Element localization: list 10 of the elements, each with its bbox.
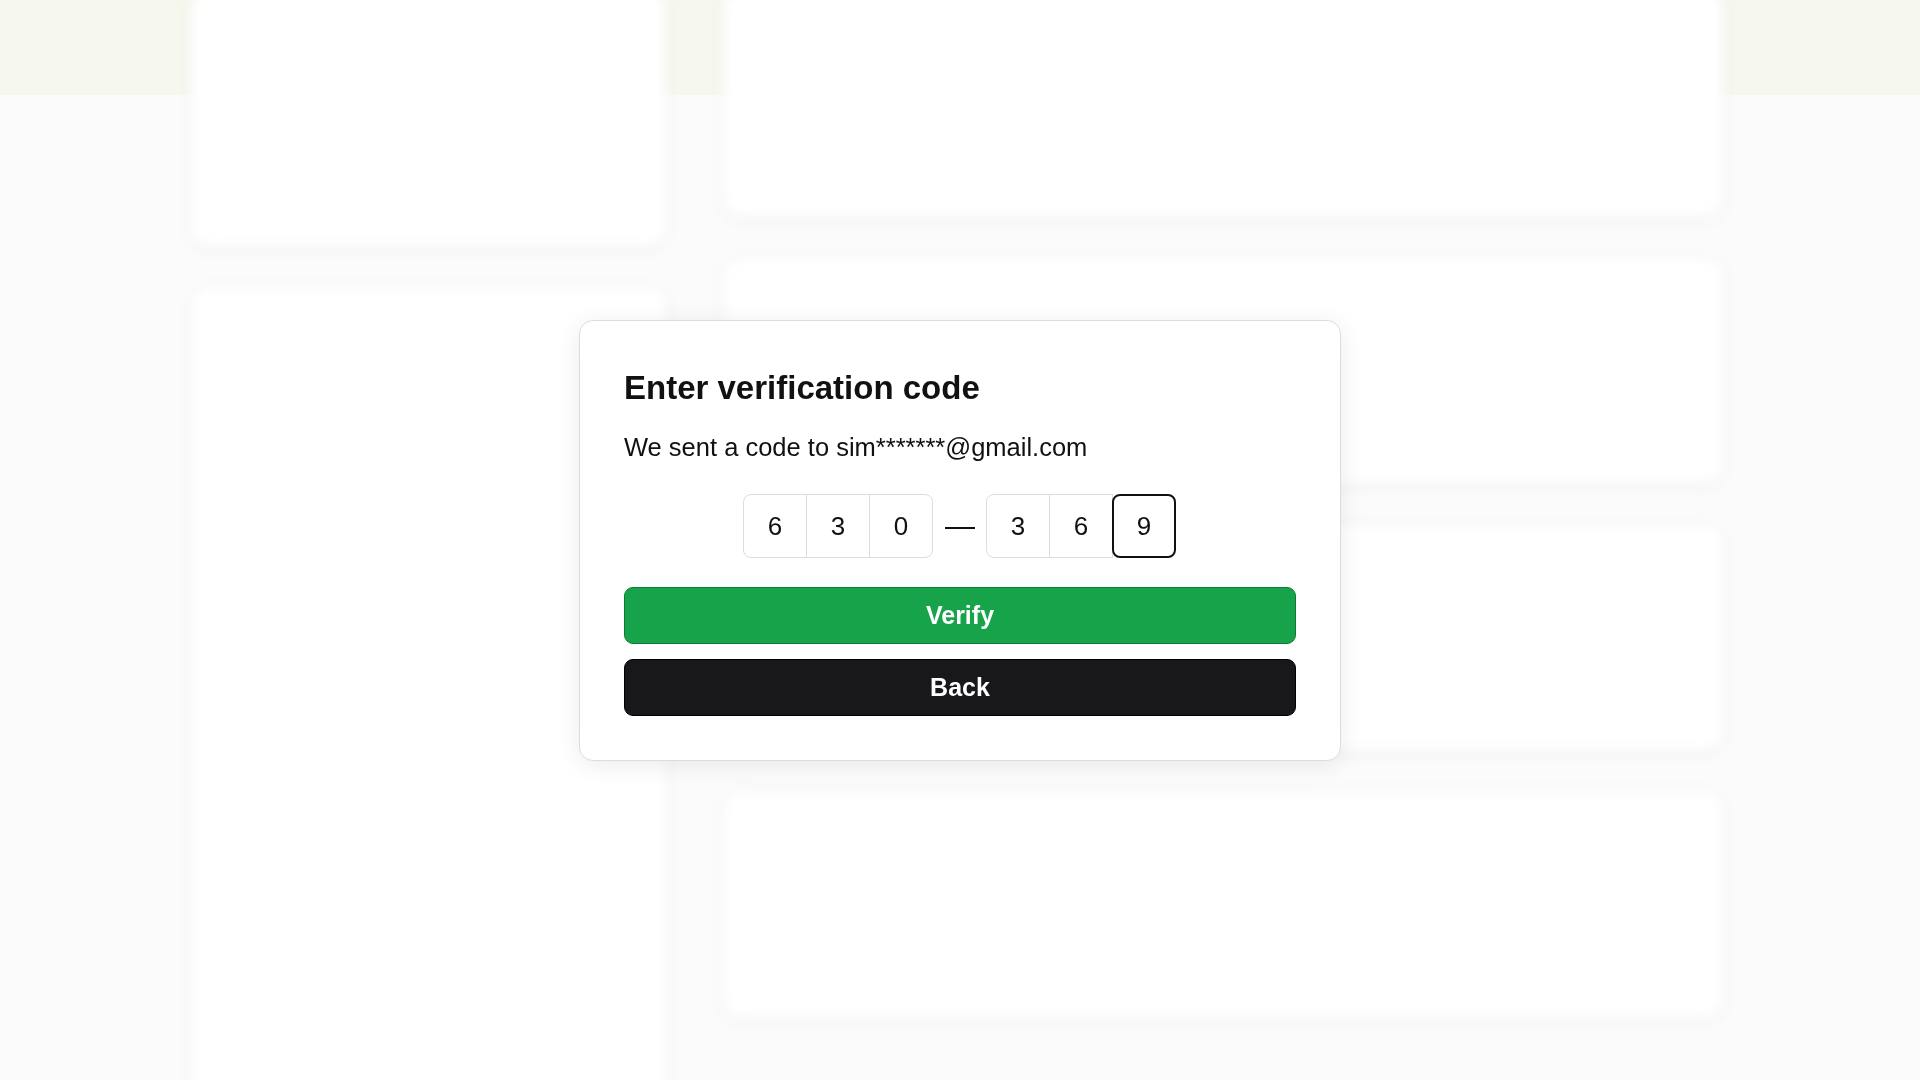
code-digit-field[interactable]: 3 xyxy=(806,494,870,558)
dialog-title: Enter verification code xyxy=(624,369,981,407)
code-digit-field[interactable]: 0 xyxy=(869,494,933,558)
back-button[interactable]: Back xyxy=(624,659,1296,716)
code-separator: — xyxy=(944,509,976,543)
code-digit-field[interactable]: 6 xyxy=(743,494,807,558)
code-digit-field[interactable]: 6 xyxy=(1049,494,1113,558)
code-digit-field[interactable]: 3 xyxy=(986,494,1050,558)
dialog-message: We sent a code to sim*******@gmail.com xyxy=(624,433,1089,462)
code-digit-field[interactable]: 9 xyxy=(1112,494,1176,558)
